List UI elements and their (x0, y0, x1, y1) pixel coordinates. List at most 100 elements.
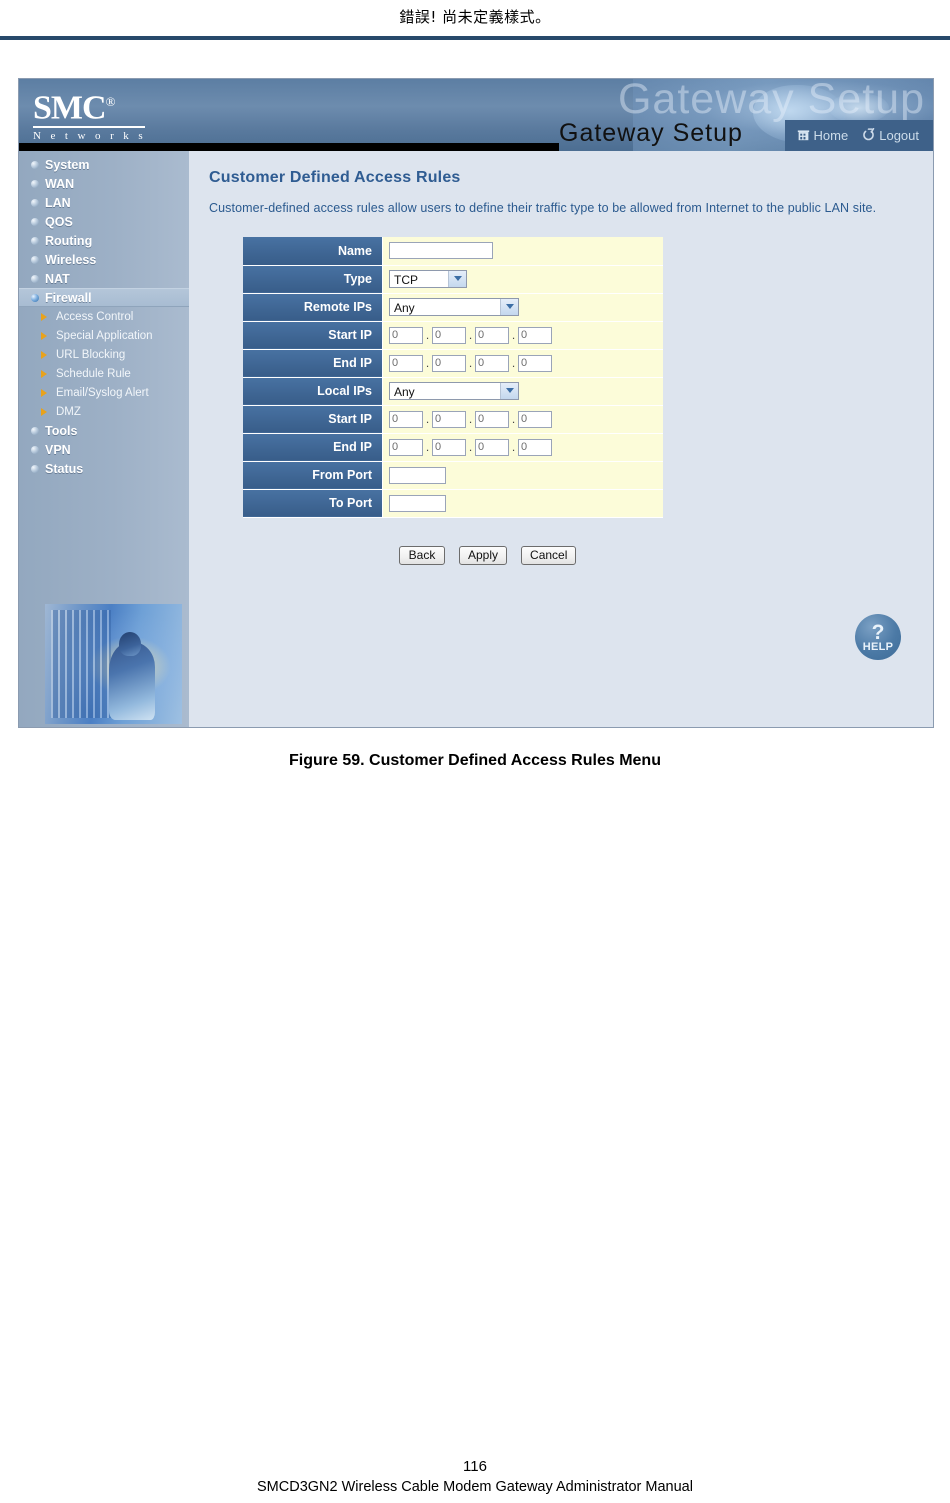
sidebar-item-label: WAN (45, 176, 75, 191)
sidebar-item-status[interactable]: Status (19, 459, 189, 478)
remote-end-ip-octet-3[interactable] (475, 354, 509, 372)
footer-text: SMCD3GN2 Wireless Cable Modem Gateway Ad… (257, 1479, 693, 1495)
bullet-icon (31, 179, 39, 188)
sidebar-item-tools[interactable]: Tools (19, 421, 189, 440)
triangle-icon (41, 407, 53, 416)
sidebar-subitem-label: URL Blocking (56, 348, 126, 361)
form-row-local-ips: Local IPs Any (243, 377, 663, 406)
app-banner: Gateway Setup SMC® N e t w o r k s Gatew… (19, 79, 933, 151)
local-start-ip-octet-3[interactable] (475, 410, 509, 428)
remote-ips-select[interactable]: Any (389, 297, 519, 316)
form-row-remote-end-ip: End IP . . . (243, 349, 663, 378)
chevron-down-icon (500, 382, 518, 399)
form-row-type: Type TCP (243, 265, 663, 294)
form-row-remote-start-ip: Start IP . . . (243, 321, 663, 350)
remote-start-ip-octet-1[interactable] (389, 326, 423, 344)
sidebar-subitem-special-application[interactable]: Special Application (19, 326, 189, 345)
sidebar-item-wireless[interactable]: Wireless (19, 250, 189, 269)
sidebar-subitem-label: Schedule Rule (56, 367, 131, 380)
local-end-ip-octet-2[interactable] (432, 438, 466, 456)
bullet-icon (31, 198, 39, 207)
sidebar-item-label: NAT (45, 271, 70, 286)
sidebar-subitem-label: Special Application (56, 329, 153, 342)
remote-start-ip-octet-3[interactable] (475, 326, 509, 344)
registered-mark-icon: ® (105, 94, 116, 109)
remote-start-ip-octet-2[interactable] (432, 326, 466, 344)
sidebar-subitem-label: DMZ (56, 405, 81, 418)
type-select[interactable]: TCP (389, 269, 467, 288)
local-end-ip-octet-4[interactable] (518, 438, 552, 456)
remote-start-ip-octet-4[interactable] (518, 326, 552, 344)
remote-ips-select-value: Any (394, 300, 415, 315)
sidebar-item-firewall[interactable]: Firewall (19, 288, 189, 307)
logout-link[interactable]: Logout (862, 127, 919, 144)
remote-end-ip-group: . . . (389, 354, 662, 372)
document-header: 錯誤! 尚未定義樣式。 (0, 0, 950, 40)
remote-end-ip-octet-2[interactable] (432, 354, 466, 372)
label-remote-start-ip: Start IP (243, 321, 383, 350)
field-type: TCP (382, 265, 663, 294)
form-row-name: Name (243, 237, 663, 266)
ip-dot: . (511, 412, 516, 426)
form-row-remote-ips: Remote IPs Any (243, 293, 663, 322)
sidebar-subitem-url-blocking[interactable]: URL Blocking (19, 345, 189, 364)
banner-black-bar (19, 143, 559, 151)
page-banner-title: Gateway Setup (559, 119, 743, 147)
sidebar-subitem-access-control[interactable]: Access Control (19, 307, 189, 326)
banner-nav: Home Logout (784, 120, 933, 151)
chevron-down-icon (500, 298, 518, 315)
help-button[interactable]: ? HELP (855, 614, 901, 660)
sidebar-item-label: QOS (45, 214, 73, 229)
page-description: Customer-defined access rules allow user… (209, 201, 877, 215)
ip-dot: . (511, 328, 516, 342)
logout-label: Logout (879, 128, 919, 143)
local-end-ip-octet-1[interactable] (389, 438, 423, 456)
bullet-icon (31, 160, 39, 169)
sidebar-item-label: Firewall (45, 290, 92, 305)
sidebar-subitem-label: Email/Syslog Alert (56, 386, 149, 399)
label-local-end-ip: End IP (243, 433, 383, 462)
sidebar-item-vpn[interactable]: VPN (19, 440, 189, 459)
triangle-icon (41, 350, 53, 359)
bullet-icon (31, 426, 39, 435)
ip-dot: . (425, 356, 430, 370)
form-row-to-port: To Port (243, 489, 663, 518)
sidebar-item-qos[interactable]: QOS (19, 212, 189, 231)
apply-button[interactable]: Apply (459, 545, 508, 565)
name-input[interactable] (389, 242, 493, 260)
to-port-input[interactable] (389, 494, 446, 512)
local-start-ip-octet-2[interactable] (432, 410, 466, 428)
back-button[interactable]: Back (399, 545, 445, 565)
page-number: 116 (463, 1458, 487, 1475)
local-start-ip-octet-4[interactable] (518, 410, 552, 428)
local-start-ip-octet-1[interactable] (389, 410, 423, 428)
remote-end-ip-octet-4[interactable] (518, 354, 552, 372)
ip-dot: . (425, 412, 430, 426)
home-link[interactable]: Home (797, 128, 849, 144)
local-ips-select-value: Any (394, 384, 415, 399)
sidebar-item-wan[interactable]: WAN (19, 174, 189, 193)
smc-logo: SMC® N e t w o r k s (33, 85, 163, 142)
ip-dot: . (468, 356, 473, 370)
sidebar-item-routing[interactable]: Routing (19, 231, 189, 250)
sidebar-subitem-email-syslog-alert[interactable]: Email/Syslog Alert (19, 383, 189, 402)
remote-end-ip-octet-1[interactable] (389, 354, 423, 372)
label-remote-ips: Remote IPs (243, 293, 383, 322)
gateway-ui-screenshot: Gateway Setup SMC® N e t w o r k s Gatew… (18, 78, 934, 728)
sidebar-subitem-schedule-rule[interactable]: Schedule Rule (19, 364, 189, 383)
from-port-input[interactable] (389, 466, 446, 484)
bullet-icon (31, 274, 39, 283)
sidebar-item-lan[interactable]: LAN (19, 193, 189, 212)
sidebar-item-nat[interactable]: NAT (19, 269, 189, 288)
sidebar-item-label: Status (45, 461, 84, 476)
home-label: Home (813, 128, 849, 143)
cancel-button[interactable]: Cancel (521, 545, 577, 565)
local-end-ip-octet-3[interactable] (475, 438, 509, 456)
bullet-icon (31, 293, 39, 302)
bullet-icon (31, 445, 39, 454)
sidebar-item-system[interactable]: System (19, 155, 189, 174)
sidebar-item-label: Routing (45, 233, 93, 248)
home-icon (797, 128, 810, 144)
sidebar-subitem-dmz[interactable]: DMZ (19, 402, 189, 421)
local-ips-select[interactable]: Any (389, 381, 519, 400)
